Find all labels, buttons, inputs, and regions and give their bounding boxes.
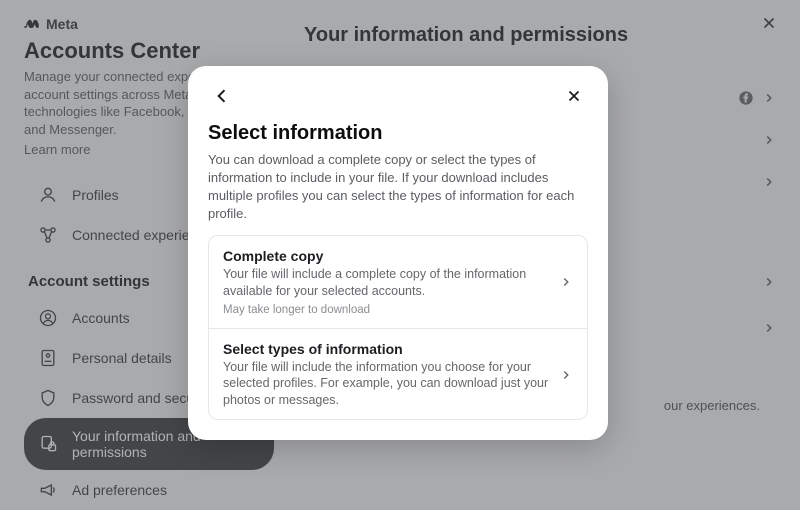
modal-description: You can download a complete copy or sele… (208, 151, 588, 223)
option-subtitle: Your file will include a complete copy o… (223, 266, 549, 300)
modal-back-button[interactable] (208, 82, 236, 110)
option-subtitle: Your file will include the information y… (223, 359, 549, 410)
options-card: Complete copy Your file will include a c… (208, 235, 588, 420)
chevron-right-icon (559, 275, 573, 289)
option-title: Complete copy (223, 248, 549, 264)
modal-close-button[interactable] (560, 82, 588, 110)
option-select-types[interactable]: Select types of information Your file wi… (209, 328, 587, 421)
option-note: May take longer to download (223, 304, 549, 316)
chevron-left-icon (212, 86, 232, 106)
chevron-right-icon (559, 368, 573, 382)
modal-title: Select information (208, 122, 588, 145)
close-icon (565, 87, 583, 105)
select-information-modal: Select information You can download a co… (188, 66, 608, 440)
option-title: Select types of information (223, 341, 549, 357)
option-complete-copy[interactable]: Complete copy Your file will include a c… (209, 236, 587, 328)
